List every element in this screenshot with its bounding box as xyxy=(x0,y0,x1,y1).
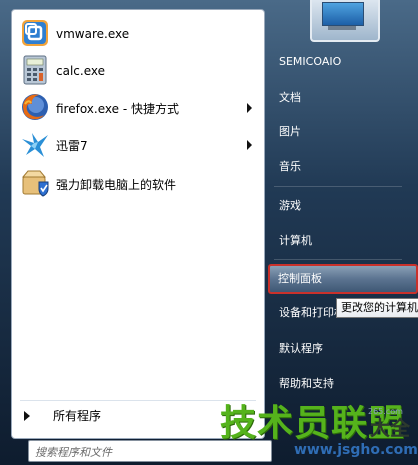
all-programs-label: 所有程序 xyxy=(53,409,102,423)
calculator-icon xyxy=(23,55,47,85)
program-label: firefox.exe - 快捷方式 xyxy=(56,101,179,116)
divider xyxy=(274,259,402,260)
right-item-help-support[interactable]: 帮助和支持 xyxy=(271,370,418,398)
program-item-firefox[interactable]: firefox.exe - 快捷方式 xyxy=(12,90,264,126)
program-item-uninstall[interactable]: 强力卸载电脑上的软件 xyxy=(12,166,264,202)
watermark-suffix: 大全 xyxy=(370,416,410,440)
right-item-games[interactable]: 游戏 xyxy=(271,192,418,220)
right-item-default-programs[interactable]: 默认程序 xyxy=(271,335,418,363)
xunlei-icon xyxy=(22,133,48,157)
triangle-right-icon xyxy=(24,411,30,421)
submenu-arrow-icon[interactable] xyxy=(247,140,252,150)
divider xyxy=(274,186,402,187)
divider xyxy=(20,400,256,401)
program-label: vmware.exe xyxy=(56,27,130,41)
watermark-small: 265.com xyxy=(368,407,403,416)
right-item-music[interactable]: 音乐 xyxy=(271,153,418,181)
program-item-xunlei[interactable]: 迅雷7 xyxy=(12,127,264,163)
user-picture[interactable] xyxy=(310,0,380,42)
submenu-arrow-icon[interactable] xyxy=(247,103,252,113)
search-input[interactable] xyxy=(35,443,265,462)
tooltip: 更改您的计算机设置 xyxy=(336,298,418,318)
right-item-pictures[interactable]: 图片 xyxy=(271,118,418,146)
firefox-icon xyxy=(22,94,48,120)
monitor-stand xyxy=(328,26,356,30)
vmware-icon xyxy=(22,20,48,46)
program-label: 强力卸载电脑上的软件 xyxy=(56,177,177,192)
right-item-computer[interactable]: 计算机 xyxy=(271,227,418,255)
start-menu: vmware.exe calc.exe firefox.exe - 快捷方式 迅… xyxy=(0,0,418,465)
program-item-vmware[interactable]: vmware.exe xyxy=(12,16,264,52)
watermark-url: www.jsgho.com xyxy=(294,442,418,458)
right-item-user[interactable]: SEMICOAIO xyxy=(271,48,418,76)
right-item-control-panel[interactable]: 控制面板 xyxy=(268,264,418,294)
program-label: calc.exe xyxy=(56,64,105,78)
monitor-icon xyxy=(322,2,364,26)
programs-pane: vmware.exe calc.exe firefox.exe - 快捷方式 迅… xyxy=(11,9,265,439)
program-label: 迅雷7 xyxy=(56,138,88,153)
search-box[interactable] xyxy=(28,440,272,462)
uninstall-icon xyxy=(21,170,49,197)
right-item-documents[interactable]: 文档 xyxy=(271,84,418,112)
program-item-calc[interactable]: calc.exe xyxy=(12,53,264,89)
all-programs-button[interactable]: 所有程序 xyxy=(12,402,264,430)
